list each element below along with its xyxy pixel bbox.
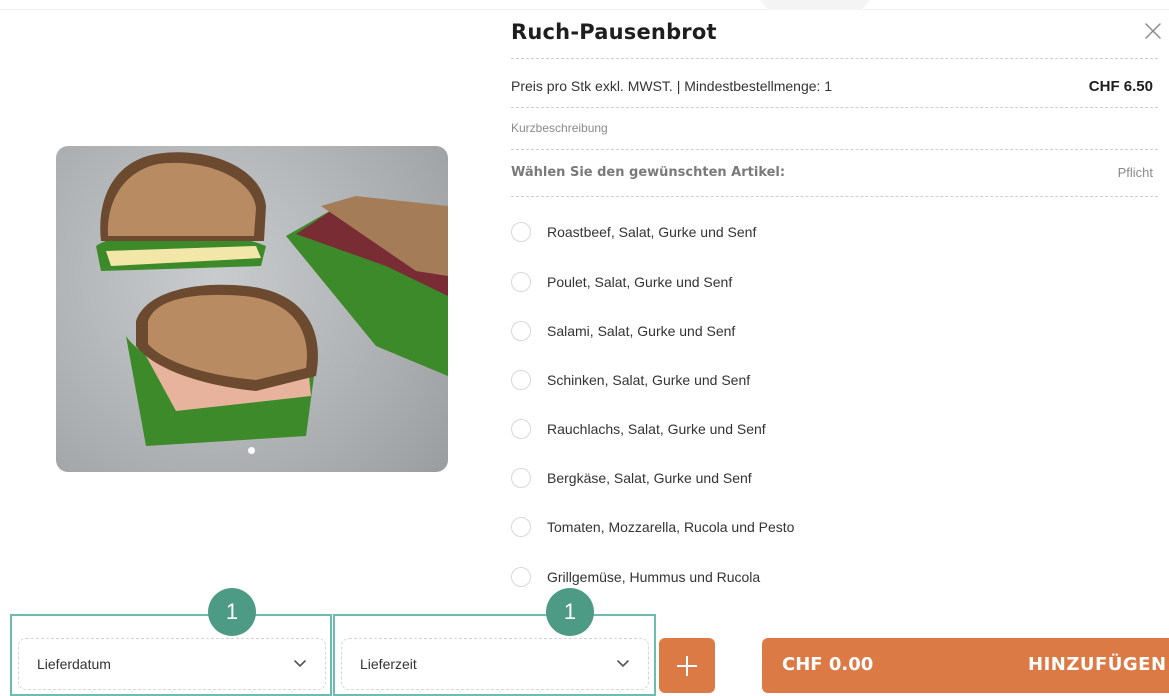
option-poulet[interactable]: Poulet, Salat, Gurke und Senf bbox=[511, 271, 732, 293]
option-grillgemuese[interactable]: Grillgemüse, Hummus und Rucola bbox=[511, 566, 760, 588]
product-image bbox=[56, 146, 448, 472]
option-schinken[interactable]: Schinken, Salat, Gurke und Senf bbox=[511, 369, 750, 391]
product-price: CHF 6.50 bbox=[1088, 78, 1153, 95]
option-label: Tomaten, Mozzarella, Rucola und Pesto bbox=[547, 519, 795, 535]
divider bbox=[511, 107, 1158, 108]
option-label: Poulet, Salat, Gurke und Senf bbox=[547, 274, 733, 290]
radio-button[interactable] bbox=[511, 222, 531, 242]
option-label: Schinken, Salat, Gurke und Senf bbox=[547, 372, 751, 388]
option-rauchlachs[interactable]: Rauchlachs, Salat, Gurke und Senf bbox=[511, 418, 766, 440]
radio-button[interactable] bbox=[511, 468, 531, 488]
product-title: Ruch-Pausenbrot bbox=[511, 20, 717, 44]
option-label: Roastbeef, Salat, Gurke und Senf bbox=[547, 224, 757, 240]
top-divider bbox=[0, 9, 1169, 10]
radio-button[interactable] bbox=[511, 517, 531, 537]
delivery-time-select[interactable]: Lieferzeit bbox=[341, 638, 649, 690]
add-button-label: HINZUFÜGEN bbox=[1028, 654, 1167, 675]
radio-button[interactable] bbox=[511, 567, 531, 587]
chevron-down-icon bbox=[616, 655, 630, 673]
choose-article-label: Wählen Sie den gewünschten Artikel: bbox=[511, 165, 786, 180]
delivery-date-label: Lieferdatum bbox=[37, 656, 111, 672]
option-roastbeef[interactable]: Roastbeef, Salat, Gurke und Senf bbox=[511, 221, 756, 243]
plus-icon[interactable] bbox=[659, 638, 715, 693]
option-bergkaese[interactable]: Bergkäse, Salat, Gurke und Senf bbox=[511, 467, 752, 489]
option-label: Salami, Salat, Gurke und Senf bbox=[547, 323, 736, 339]
option-label: Rauchlachs, Salat, Gurke und Senf bbox=[547, 421, 766, 437]
option-tomaten-mozzarella[interactable]: Tomaten, Mozzarella, Rucola und Pesto bbox=[511, 516, 794, 538]
step-badge: 1 bbox=[546, 588, 594, 636]
divider bbox=[511, 58, 1158, 59]
add-to-cart-button[interactable]: CHF 0.00 HINZUFÜGEN bbox=[762, 638, 1169, 693]
step-badge: 1 bbox=[208, 588, 256, 636]
radio-button[interactable] bbox=[511, 370, 531, 390]
radio-button[interactable] bbox=[511, 272, 531, 292]
divider bbox=[511, 196, 1158, 197]
divider bbox=[511, 149, 1158, 150]
chevron-down-icon bbox=[293, 655, 307, 673]
radio-button[interactable] bbox=[511, 419, 531, 439]
close-icon[interactable] bbox=[1142, 20, 1164, 42]
top-tab bbox=[760, 0, 870, 10]
radio-button[interactable] bbox=[511, 321, 531, 341]
price-info: Preis pro Stk exkl. MWST. | Mindestbeste… bbox=[511, 78, 833, 94]
option-label: Grillgemüse, Hummus und Rucola bbox=[547, 569, 761, 585]
option-salami[interactable]: Salami, Salat, Gurke und Senf bbox=[511, 320, 735, 342]
required-badge: Pflicht bbox=[1117, 165, 1153, 180]
carousel-indicator[interactable] bbox=[248, 447, 255, 454]
short-description: Kurzbeschreibung bbox=[511, 121, 608, 135]
delivery-date-select[interactable]: Lieferdatum bbox=[18, 638, 326, 690]
cart-total: CHF 0.00 bbox=[782, 654, 874, 675]
option-label: Bergkäse, Salat, Gurke und Senf bbox=[547, 470, 752, 486]
delivery-time-label: Lieferzeit bbox=[360, 656, 417, 672]
